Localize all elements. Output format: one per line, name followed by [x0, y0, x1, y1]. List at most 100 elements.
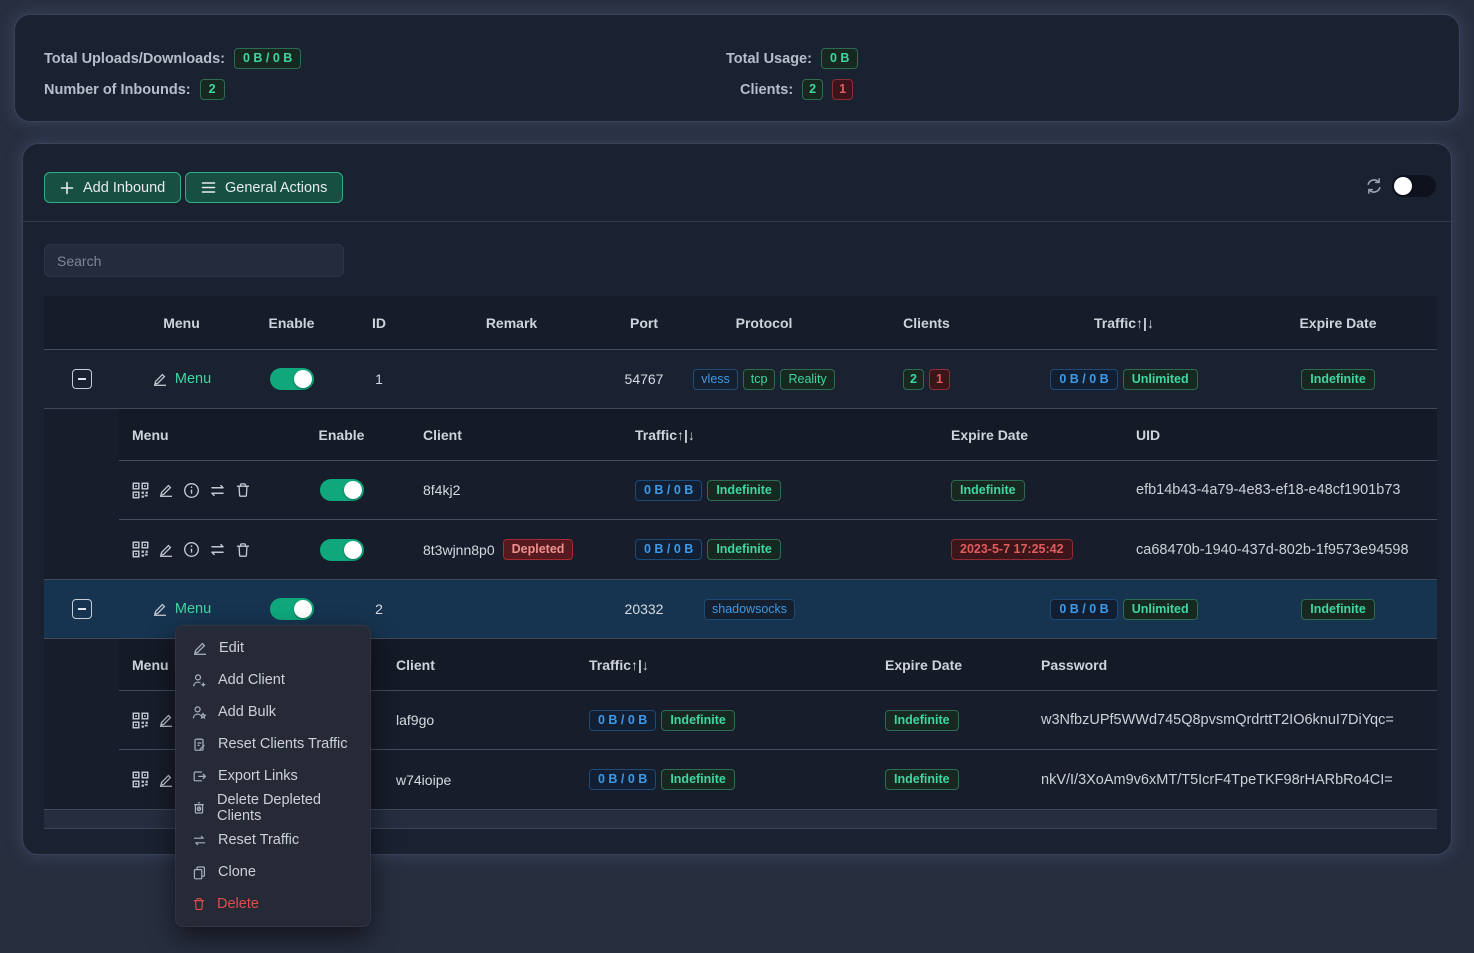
header-traffic[interactable]: Traffic↑|↓: [1009, 296, 1239, 349]
inbounds-table-header: Menu Enable ID Remark Port Protocol Clie…: [44, 296, 1437, 350]
stat-value-badge: 0 B / 0 B: [234, 48, 301, 69]
delete-depleted-clients-icon: [192, 801, 206, 815]
edit-icon: [192, 640, 208, 656]
header-expire-date: Expire Date: [1239, 296, 1437, 349]
clients-depleted-badge: 1: [929, 369, 950, 390]
header-id: ID: [339, 296, 419, 349]
inbound-menu-button[interactable]: Menu: [152, 371, 211, 387]
edit-icon[interactable]: [158, 712, 174, 728]
traffic-badge: 0 B / 0 B: [589, 769, 656, 790]
protocol-tag: vless: [693, 369, 737, 390]
edit-icon[interactable]: [158, 482, 174, 498]
stat-clients: Clients: 2 1: [740, 79, 853, 100]
client-table-header: Menu Enable Client Traffic↑|↓ Expire Dat…: [119, 409, 1437, 461]
header-expire-date: Expire Date: [874, 639, 1034, 690]
client-uid: ca68470b-1940-437d-802b-1f9573e94598: [1114, 520, 1437, 579]
enable-toggle[interactable]: [320, 479, 364, 501]
general-actions-label: General Actions: [225, 180, 327, 196]
client-uid: efb14b43-4a79-4e83-ef18-e48cf1901b73: [1114, 461, 1437, 519]
traffic-limit-badge: Indefinite: [661, 769, 735, 790]
collapse-row-button[interactable]: [72, 369, 92, 389]
edit-icon[interactable]: [158, 772, 174, 788]
menu-item-export-links[interactable]: Export Links: [176, 760, 370, 792]
qrcode-icon[interactable]: [132, 482, 149, 499]
delete-icon: [192, 897, 206, 911]
menu-item-add-bulk[interactable]: Add Bulk: [176, 696, 370, 728]
menu-item-reset-traffic[interactable]: Reset Traffic: [176, 824, 370, 856]
client-name: 8t3wjnn8p0: [423, 542, 495, 558]
stat-label: Total Usage:: [726, 51, 812, 67]
inbound-port: 54767: [604, 350, 684, 408]
traffic-badge: 0 B / 0 B: [589, 710, 656, 731]
stat-value-badge: 0 B: [821, 48, 858, 69]
menu-item-clone[interactable]: Clone: [176, 856, 370, 888]
traffic-limit-badge: Indefinite: [707, 480, 781, 501]
menu-item-add-client[interactable]: Add Client: [176, 664, 370, 696]
stat-label: Number of Inbounds:: [44, 82, 191, 98]
client-row: 8t3wjnn8p0 Depleted 0 B / 0 B Indefinite…: [119, 520, 1437, 579]
refresh-icon[interactable]: [1364, 176, 1384, 196]
header-enable: Enable: [244, 296, 339, 349]
qrcode-icon[interactable]: [132, 541, 149, 558]
reset-icon[interactable]: [209, 541, 226, 558]
header-client: Client: [384, 639, 579, 690]
collapse-row-button[interactable]: [72, 599, 92, 619]
traffic-badge: 0 B / 0 B: [1050, 369, 1117, 390]
inbounds-page: Total Uploads/Downloads: 0 B / 0 B Numbe…: [0, 0, 1474, 953]
header-traffic[interactable]: Traffic↑|↓: [609, 409, 929, 460]
traffic-badge: 0 B / 0 B: [635, 539, 702, 560]
inbound-1-clients-section: Menu Enable Client Traffic↑|↓ Expire Dat…: [44, 409, 1437, 580]
client-name: 8f4kj2: [384, 461, 609, 519]
header-traffic[interactable]: Traffic↑|↓: [579, 639, 874, 690]
edit-icon: [152, 601, 168, 617]
clients-active-badge: 2: [802, 79, 823, 100]
expire-badge: Indefinite: [1301, 599, 1375, 620]
client-name: w74ioipe: [384, 750, 579, 809]
inbound-menu-button[interactable]: Menu: [152, 601, 211, 617]
add-inbound-label: Add Inbound: [83, 180, 165, 196]
client-password: nkV/I/3XoAm9v6xMT/T5IcrF4TpeTKF98rHARbRo…: [1034, 750, 1437, 809]
auto-refresh-toggle[interactable]: [1392, 175, 1436, 197]
info-icon[interactable]: [183, 541, 200, 558]
client-name: laf9go: [384, 691, 579, 749]
general-actions-button[interactable]: General Actions: [185, 172, 343, 203]
menu-item-delete-depleted-clients[interactable]: Delete Depleted Clients: [176, 792, 370, 824]
reset-icon[interactable]: [209, 482, 226, 499]
enable-toggle[interactable]: [320, 539, 364, 561]
qrcode-icon[interactable]: [132, 712, 149, 729]
protocol-tag: tcp: [743, 369, 776, 390]
delete-icon[interactable]: [235, 542, 251, 558]
clone-icon: [192, 865, 207, 880]
info-icon[interactable]: [183, 482, 200, 499]
add-inbound-button[interactable]: Add Inbound: [44, 172, 181, 203]
client-password: w3NfbzUPf5WWd745Q8pvsmQrdrttT2IO6knuI7Di…: [1034, 691, 1437, 749]
clients-depleted-badge: 1: [832, 79, 853, 100]
reset-traffic-icon: [192, 833, 207, 848]
stat-value-badge: 2: [200, 79, 225, 100]
enable-toggle[interactable]: [270, 368, 314, 390]
traffic-limit-badge: Unlimited: [1123, 369, 1198, 390]
inbound-id: 1: [339, 350, 419, 408]
search-input[interactable]: [44, 244, 344, 277]
menu-item-reset-clients-traffic[interactable]: Reset Clients Traffic: [176, 728, 370, 760]
header-expire-date: Expire Date: [929, 409, 1114, 460]
traffic-badge: 0 B / 0 B: [635, 480, 702, 501]
menu-item-edit[interactable]: Edit: [176, 632, 370, 664]
stat-total-uploads-downloads: Total Uploads/Downloads: 0 B / 0 B: [44, 48, 301, 69]
hamburger-icon: [201, 181, 216, 194]
menu-item-delete[interactable]: Delete: [176, 888, 370, 920]
expire-badge: Indefinite: [885, 710, 959, 731]
stat-total-usage: Total Usage: 0 B: [726, 48, 858, 69]
enable-toggle[interactable]: [270, 598, 314, 620]
traffic-limit-badge: Indefinite: [707, 539, 781, 560]
qrcode-icon[interactable]: [132, 771, 149, 788]
inbound-port: 20332: [604, 580, 684, 638]
expire-badge: Indefinite: [885, 769, 959, 790]
stat-label: Clients:: [740, 82, 793, 98]
inbound-menu-label: Menu: [175, 371, 211, 387]
protocol-tag: Reality: [780, 369, 834, 390]
edit-icon[interactable]: [158, 542, 174, 558]
delete-icon[interactable]: [235, 482, 251, 498]
header-client: Client: [384, 409, 609, 460]
header-port: Port: [604, 296, 684, 349]
